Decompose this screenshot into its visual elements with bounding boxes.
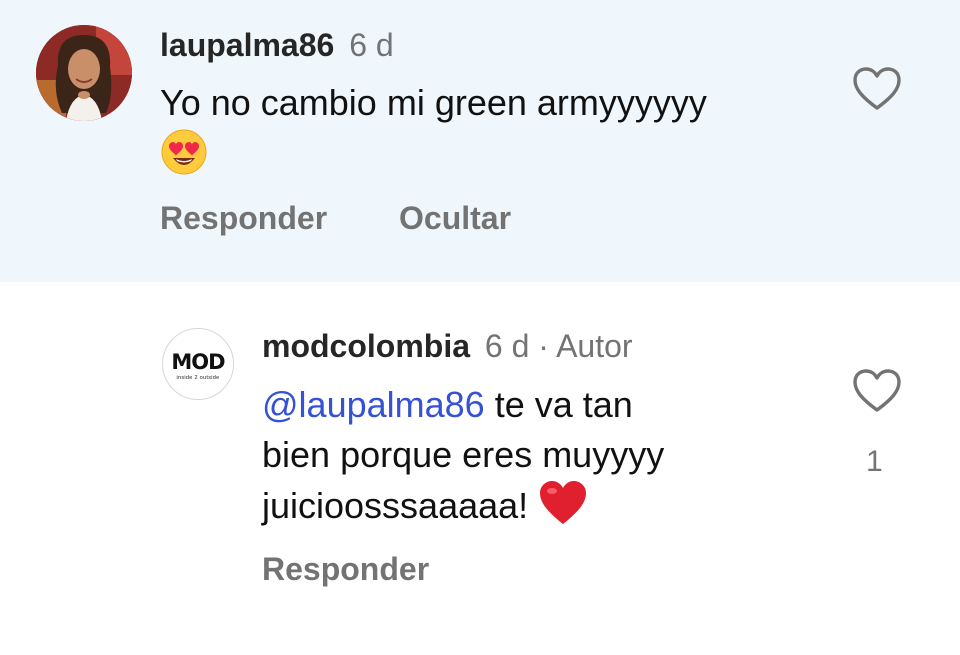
mod-logo: MOD (171, 349, 225, 374)
comment-meta: modcolombia 6 d · Autor (262, 330, 633, 362)
avatar[interactable] (36, 25, 132, 121)
red-heart-emoji-icon (538, 480, 588, 539)
avatar-photo (36, 25, 132, 121)
comment-body-line-3: juicioosssaaaaa! (262, 485, 529, 526)
comment-body-line-1: te va tan (494, 384, 633, 425)
avatar[interactable]: MOD inside 2 outside (162, 328, 234, 400)
comment-text: @laupalma86 te va tan bien porque eres m… (262, 380, 802, 539)
separator: · (538, 328, 549, 364)
heart-eyes-emoji-icon (160, 128, 208, 189)
comment-text: Yo no cambio mi green armyyyyyy (160, 78, 720, 189)
comment-laupalma86: laupalma86 6 d Yo no cambio mi green arm… (0, 0, 960, 282)
reply-button[interactable]: Responder (160, 202, 327, 234)
timestamp: 6 d (484, 328, 530, 364)
like-heart-icon[interactable] (852, 66, 902, 112)
like-count: 1 (866, 445, 883, 478)
comment-body-line-2: bien porque eres muyyyy (262, 434, 665, 475)
timestamp: 6 d (349, 27, 394, 63)
like-heart-icon[interactable] (852, 368, 902, 414)
comment-meta: laupalma86 6 d (160, 29, 394, 61)
username[interactable]: laupalma86 (160, 27, 334, 63)
reply-button[interactable]: Responder (262, 553, 429, 585)
author-badge: Autor (556, 328, 633, 364)
mention-link[interactable]: @laupalma86 (262, 384, 485, 425)
hide-button[interactable]: Ocultar (399, 202, 511, 234)
comment-body: Yo no cambio mi green armyyyyyy (160, 82, 707, 123)
username[interactable]: modcolombia (262, 328, 470, 364)
mod-tagline: inside 2 outside (176, 374, 220, 381)
